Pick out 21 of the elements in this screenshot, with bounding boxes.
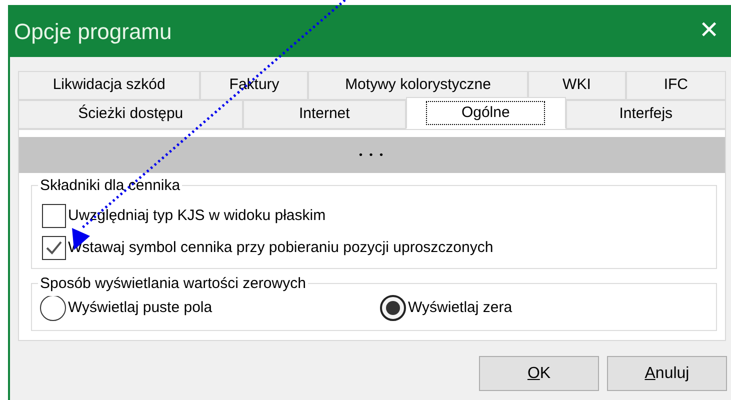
checkbox[interactable] [42,236,66,260]
tab[interactable]: Faktury [200,71,308,100]
tab[interactable]: Likwidacja szkód [18,71,200,100]
dialog-button[interactable]: Anuluj [607,356,727,391]
tab[interactable]: WKI [528,71,626,100]
option-label: Wyświetlaj puste pola [68,298,212,318]
radio-button[interactable] [40,295,66,321]
radio-button[interactable] [380,295,406,321]
tab[interactable]: IFC [626,71,726,100]
option-label: Wyświetlaj zera [408,298,512,318]
close-button[interactable]: ✕ [695,19,723,43]
tab[interactable]: Ogólne [406,97,566,129]
tab[interactable]: Ścieżki dostępu [18,100,244,129]
tab[interactable]: Internet [243,100,406,129]
checkbox[interactable] [42,204,66,228]
collapsed-section-bar[interactable]: • • • [19,137,725,173]
option-label: Uwzględniaj typ KJS w widoku płaskim [68,206,326,226]
tab[interactable]: Interfejs [566,100,726,129]
dialog-button[interactable]: OK [479,356,599,391]
window-title: Opcje programu [14,18,172,46]
tab[interactable]: Motywy kolorystyczne [308,71,528,100]
